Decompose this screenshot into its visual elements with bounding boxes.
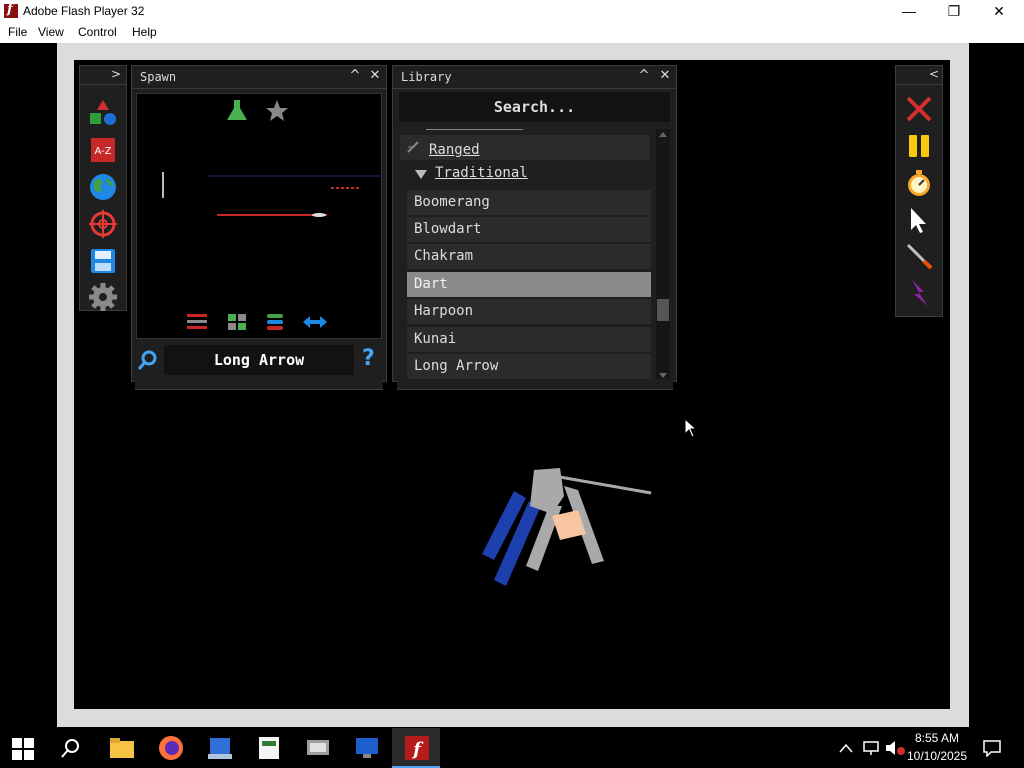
cursor-icon[interactable] [904,205,934,235]
chevron-up-icon[interactable] [839,742,853,754]
menu-control[interactable]: Control [78,25,117,39]
library-panel-footer [397,379,673,390]
spawn-panel-header: Spawn ^ ✕ [132,66,386,89]
scroll-thumb[interactable] [657,299,669,321]
spawn-collapse-button[interactable]: ^ [348,69,362,83]
swap-arrows-icon [303,316,327,328]
list-item-selected[interactable]: Dart [407,272,651,297]
ragdoll-character[interactable] [454,456,664,596]
ranged-category-icon [407,141,419,153]
document-app-icon[interactable] [255,734,283,762]
list-item[interactable]: Long Arrow [407,354,651,379]
close-button[interactable]: ✕ [976,0,1022,22]
network-app-icon[interactable] [206,734,234,762]
menu-file[interactable]: File [8,25,27,39]
library-close-button[interactable]: ✕ [658,69,672,83]
globe-icon[interactable] [88,172,118,202]
minimize-button[interactable]: — [886,0,932,22]
window-title: Adobe Flash Player 32 [23,4,145,18]
right-toolbar: < [895,65,943,317]
list-item-label: Dart [414,276,448,292]
search-icon[interactable] [137,349,159,371]
list-item-label: Boomerang [414,194,490,210]
pause-icon[interactable] [904,131,934,161]
library-collapse-button[interactable]: ^ [637,69,651,83]
category-label-traditional[interactable]: Traditional [435,165,528,181]
list-item-label: Long Arrow [414,358,499,374]
target-icon[interactable] [88,209,118,239]
menu-view[interactable]: View [38,25,64,39]
spawn-preview[interactable] [136,93,382,339]
windows-start-icon[interactable] [12,738,34,760]
firefox-icon[interactable] [157,734,185,762]
file-explorer-icon[interactable] [108,734,136,762]
selected-item-field[interactable]: Long Arrow [164,345,354,375]
chevron-down-icon[interactable] [415,170,427,180]
list-item-label: Harpoon [414,303,474,319]
maximize-button[interactable]: ❐ [931,0,977,22]
spawn-panel: Spawn ^ ✕ Long Arrow ? [131,65,387,382]
arrow-head [312,213,326,217]
menu-help[interactable]: Help [132,25,157,39]
close-x-icon[interactable] [904,94,934,124]
expand-chevron-icon[interactable]: > [111,67,121,81]
flash-player-icon[interactable]: f [403,734,431,762]
stopwatch-icon[interactable] [904,168,934,198]
star-icon [266,100,288,121]
library-panel: Library ^ ✕ Search... Ranged Traditional… [392,65,677,383]
library-panel-header: Library ^ ✕ [393,66,676,89]
layers-icon [267,314,283,330]
library-scrollbar[interactable] [656,129,670,383]
flask-icon [227,100,247,120]
notifications-icon[interactable] [982,739,1002,757]
preview-canvas [162,100,381,330]
gear-icon[interactable] [88,282,118,312]
a-z-icon[interactable]: A-Z [88,135,118,165]
lightning-icon[interactable] [904,278,934,308]
network-icon[interactable] [862,740,880,756]
list-item-label: Chakram [414,248,474,264]
menu-bar: File View Control Help [0,22,1024,43]
scroll-down-icon[interactable] [659,373,667,378]
list-item[interactable]: Kunai [407,327,651,352]
list-item-label: Kunai [414,331,457,347]
svg-text:A-Z: A-Z [94,146,111,157]
clock-date[interactable]: 10/10/2025 [902,749,972,763]
right-toolbar-header: < [896,66,942,85]
flash-app-icon [4,2,18,18]
spawn-search-bar: Long Arrow ? [134,344,382,376]
list-item[interactable]: Harpoon [407,299,651,324]
search-underline [426,129,523,130]
mouse-cursor-icon [684,418,698,438]
shapes-icon[interactable] [88,99,118,129]
title-bar: Adobe Flash Player 32 — ❐ ✕ [0,0,1024,22]
spawn-panel-title: Spawn [140,70,177,84]
left-toolbar: > A-Z [79,65,127,311]
library-search-input[interactable]: Search... [399,92,670,122]
list-item-label: Blowdart [414,221,482,237]
list-item[interactable]: Boomerang [407,190,651,215]
grid-icon [228,314,246,330]
taskbar: f 8:55 AM 10/10/2025 [0,728,1024,768]
category-row-ranged[interactable]: Ranged [400,135,650,160]
sliders-icon [187,314,207,329]
help-icon[interactable]: ? [362,346,382,374]
scroll-up-icon[interactable] [659,132,667,137]
clock-time[interactable]: 8:55 AM [902,731,972,745]
remote-desktop-icon[interactable] [353,734,381,762]
sword-icon[interactable] [904,241,934,271]
game-stage[interactable]: > A-Z Spawn ^ ✕ Long Arrow ? Library ^ ✕… [74,60,950,709]
spawn-panel-footer [135,379,383,390]
save-icon[interactable] [88,246,118,276]
search-taskbar-icon[interactable] [60,737,82,759]
collapse-chevron-icon[interactable]: < [929,67,939,81]
left-toolbar-header: > [80,66,126,85]
list-item[interactable]: Chakram [407,244,651,269]
device-app-icon[interactable] [304,734,332,762]
list-item[interactable]: Blowdart [407,217,651,242]
library-panel-title: Library [401,70,452,84]
category-label-ranged: Ranged [429,142,480,158]
spawn-close-button[interactable]: ✕ [368,69,382,83]
